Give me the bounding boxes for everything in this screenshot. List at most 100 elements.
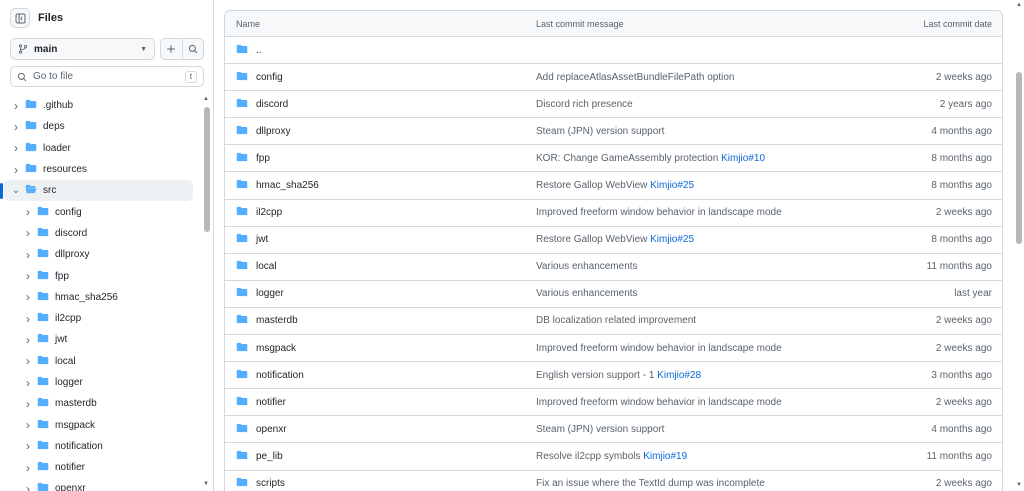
table-row[interactable]: notifier Improved freeform window behavio… xyxy=(225,389,1002,417)
folder-link[interactable]: dllproxy xyxy=(256,126,290,137)
folder-link[interactable]: fpp xyxy=(256,153,270,164)
tree-item[interactable]: › masterdb xyxy=(4,393,193,414)
search-code-button[interactable] xyxy=(181,39,204,59)
table-row[interactable]: notification English version support - 1 … xyxy=(225,362,1002,390)
page-scroll-thumb[interactable] xyxy=(1016,72,1022,244)
commit-message-link[interactable]: Add replaceAtlasAssetBundleFilePath opti… xyxy=(536,72,734,83)
commit-message-link[interactable]: Various enhancements xyxy=(536,261,638,272)
chevron-right-icon[interactable]: › xyxy=(23,333,33,347)
chevron-down-icon[interactable]: ⌄ xyxy=(11,185,21,196)
tree-item[interactable]: › msgpack xyxy=(4,414,193,435)
commit-message-link[interactable]: Restore Gallop WebView xyxy=(536,234,650,245)
chevron-right-icon[interactable]: › xyxy=(23,439,33,453)
tree-item[interactable]: › dllproxy xyxy=(4,244,193,265)
commit-message-link[interactable]: Discord rich presence xyxy=(536,99,633,110)
commit-message-link[interactable]: Restore Gallop WebView xyxy=(536,180,650,191)
folder-link[interactable]: msgpack xyxy=(256,343,296,354)
tree-item[interactable]: › openxr xyxy=(4,478,193,491)
commit-message-link[interactable]: Resolve il2cpp symbols xyxy=(536,451,643,462)
chevron-right-icon[interactable]: › xyxy=(23,354,33,368)
pull-request-link[interactable]: Kimjio#19 xyxy=(643,451,687,462)
pull-request-link[interactable]: Kimjio#25 xyxy=(650,180,694,191)
table-row[interactable]: hmac_sha256 Restore Gallop WebView Kimjio… xyxy=(225,172,1002,200)
table-row[interactable]: discord Discord rich presence 2 years ago xyxy=(225,91,1002,119)
tree-item[interactable]: › il2cpp xyxy=(4,308,193,329)
tree-item[interactable]: › local xyxy=(4,351,193,372)
pull-request-link[interactable]: Kimjio#28 xyxy=(657,370,701,381)
folder-link[interactable]: hmac_sha256 xyxy=(256,180,319,191)
tree-item[interactable]: › fpp xyxy=(4,265,193,286)
folder-link[interactable]: config xyxy=(256,72,283,83)
chevron-right-icon[interactable]: › xyxy=(11,120,21,134)
tree-item[interactable]: › notification xyxy=(4,436,193,457)
chevron-right-icon[interactable]: › xyxy=(23,312,33,326)
folder-link[interactable]: openxr xyxy=(256,424,287,435)
commit-message-link[interactable]: Steam (JPN) version support xyxy=(536,424,664,435)
commit-message-link[interactable]: Improved freeform window behavior in lan… xyxy=(536,343,782,354)
table-row[interactable]: pe_lib Resolve il2cpp symbols Kimjio#19 11… xyxy=(225,443,1002,471)
folder-link[interactable]: notification xyxy=(256,370,304,381)
tree-item[interactable]: › config xyxy=(4,201,193,222)
tree-item[interactable]: › .github xyxy=(4,95,193,116)
collapse-sidebar-button[interactable] xyxy=(10,8,30,28)
sidebar-scroll-thumb[interactable] xyxy=(204,107,210,232)
chevron-right-icon[interactable]: › xyxy=(11,99,21,113)
go-to-file-input[interactable]: Go to file t xyxy=(10,66,204,87)
tree-item[interactable]: ⌄ src xyxy=(0,180,193,202)
chevron-right-icon[interactable]: › xyxy=(23,418,33,432)
scroll-down-icon[interactable]: ▼ xyxy=(1016,482,1022,488)
chevron-right-icon[interactable]: › xyxy=(23,248,33,262)
page-scrollbar[interactable]: ▲ ▼ xyxy=(1014,0,1024,491)
chevron-right-icon[interactable]: › xyxy=(23,290,33,304)
chevron-right-icon[interactable]: › xyxy=(23,482,33,491)
pull-request-link[interactable]: Kimjio#25 xyxy=(650,234,694,245)
table-row[interactable]: logger Various enhancements last year xyxy=(225,281,1002,308)
table-row[interactable]: .. xyxy=(225,37,1002,65)
chevron-right-icon[interactable]: › xyxy=(23,376,33,390)
table-row[interactable]: scripts Fix an issue where the TextId dum… xyxy=(225,471,1002,491)
table-row[interactable]: il2cpp Improved freeform window behavior … xyxy=(225,200,1002,227)
tree-item[interactable]: › jwt xyxy=(4,329,193,350)
add-file-button[interactable] xyxy=(161,39,182,59)
commit-message-link[interactable]: Improved freeform window behavior in lan… xyxy=(536,397,782,408)
chevron-right-icon[interactable]: › xyxy=(23,226,33,240)
commit-message-link[interactable]: English version support - 1 xyxy=(536,370,657,381)
chevron-right-icon[interactable]: › xyxy=(23,205,33,219)
folder-link[interactable]: jwt xyxy=(256,234,268,245)
chevron-right-icon[interactable]: › xyxy=(11,141,21,155)
scroll-up-icon[interactable]: ▲ xyxy=(203,96,209,102)
tree-item[interactable]: › discord xyxy=(4,223,193,244)
commit-message-link[interactable]: DB localization related improvement xyxy=(536,315,696,326)
tree-item[interactable]: › deps xyxy=(4,116,193,137)
tree-item[interactable]: › notifier xyxy=(4,457,193,478)
chevron-right-icon[interactable]: › xyxy=(23,269,33,283)
table-row[interactable]: config Add replaceAtlasAssetBundleFilePat… xyxy=(225,64,1002,92)
scroll-up-icon[interactable]: ▲ xyxy=(1016,2,1022,8)
chevron-right-icon[interactable]: › xyxy=(11,163,21,177)
commit-message-link[interactable]: Improved freeform window behavior in lan… xyxy=(536,207,782,218)
commit-message-link[interactable]: KOR: Change GameAssembly protection xyxy=(536,153,721,164)
tree-item[interactable]: › hmac_sha256 xyxy=(4,287,193,308)
folder-link[interactable]: discord xyxy=(256,99,288,110)
commit-message-link[interactable]: Fix an issue where the TextId dump was i… xyxy=(536,478,765,489)
commit-message-link[interactable]: Various enhancements xyxy=(536,288,638,299)
table-row[interactable]: dllproxy Steam (JPN) version support 4 mon… xyxy=(225,118,1002,146)
table-row[interactable]: fpp KOR: Change GameAssembly protection K… xyxy=(225,145,1002,173)
table-row[interactable]: local Various enhancements 11 months ago xyxy=(225,254,1002,281)
tree-item[interactable]: › loader xyxy=(4,138,193,159)
branch-selector-button[interactable]: main ▼ xyxy=(10,38,155,60)
table-row[interactable]: openxr Steam (JPN) version support 4 month… xyxy=(225,416,1002,444)
folder-link[interactable]: scripts xyxy=(256,478,285,489)
folder-link[interactable]: local xyxy=(256,261,277,272)
folder-link[interactable]: .. xyxy=(256,45,262,56)
table-row[interactable]: msgpack Improved freeform window behavior… xyxy=(225,335,1002,363)
folder-link[interactable]: logger xyxy=(256,288,284,299)
chevron-right-icon[interactable]: › xyxy=(23,461,33,475)
chevron-right-icon[interactable]: › xyxy=(23,397,33,411)
tree-item[interactable]: › logger xyxy=(4,372,193,393)
table-row[interactable]: masterdb DB localization related improvem… xyxy=(225,308,1002,336)
folder-link[interactable]: masterdb xyxy=(256,315,298,326)
tree-item[interactable]: › resources xyxy=(4,159,193,180)
folder-link[interactable]: notifier xyxy=(256,397,286,408)
folder-link[interactable]: pe_lib xyxy=(256,451,283,462)
